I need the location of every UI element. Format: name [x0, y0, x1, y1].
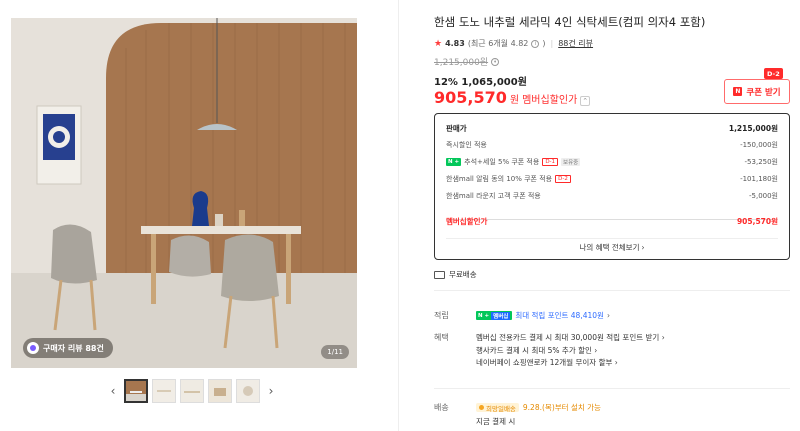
- thumbnail-5[interactable]: [236, 379, 260, 403]
- member-price-row[interactable]: 905,570 원 멤버십할인가 ⌃: [434, 88, 591, 107]
- main-product-photo[interactable]: 구매자 리뷰 88건 1/11: [11, 18, 357, 368]
- member-price: 905,570: [434, 88, 507, 107]
- breakdown-head: 판매가 1,215,000원: [446, 124, 778, 133]
- free-shipping: 무료배송: [434, 269, 477, 280]
- price-info-icon[interactable]: i: [491, 57, 500, 66]
- original-price: 1,215,000원 i: [434, 55, 500, 68]
- thumbnail-strip: ‹ ›: [106, 379, 278, 403]
- points-label: 적립: [434, 311, 449, 320]
- calendar-icon: [479, 405, 484, 410]
- coupon-button[interactable]: N 쿠폰 받기: [724, 79, 790, 104]
- product-title: 한샘 도노 내추럴 세라믹 4인 식탁세트(컴피 의자4 포함): [434, 15, 706, 29]
- section-divider: [434, 290, 790, 291]
- all-benefits-button[interactable]: 나의 혜택 전체보기 ›: [446, 238, 778, 256]
- dining-room-image: [11, 18, 357, 368]
- benefits-label: 혜택: [434, 333, 449, 342]
- pay-now-text: 지금 결제 시: [476, 417, 516, 426]
- chevron-right-icon[interactable]: ›: [264, 379, 278, 403]
- coupon-deadline-badge: D-2: [764, 68, 783, 79]
- delivery-row: 희망일배송 9.28.(목)부터 설치 가능: [476, 402, 601, 413]
- delivery-label: 배송: [434, 403, 449, 412]
- review-count-link[interactable]: 88건 리뷰: [558, 38, 593, 49]
- chevron-left-icon[interactable]: ‹: [106, 379, 120, 403]
- chevron-up-icon[interactable]: ⌃: [580, 96, 591, 106]
- benefit-item[interactable]: 행사카드 결제 시 최대 5% 추가 할인 ›: [476, 345, 665, 358]
- benefit-list: 멤버십 전용카드 결제 시 최대 30,000원 적립 포인트 받기 › 행사카…: [476, 332, 665, 370]
- breakdown-row: 한샘mall 라운지 고객 쿠폰 적용 -5,000원: [446, 192, 778, 200]
- rating-row: ★ 4.83 (최근 6개월 4.82 i) | 88건 리뷰: [434, 38, 594, 49]
- column-divider: [398, 0, 399, 431]
- truck-icon: [434, 270, 445, 279]
- delivery-tag: 희망일배송: [476, 403, 519, 413]
- sale-price: 12% 1,065,000원: [434, 77, 527, 88]
- rating-score: 4.83: [445, 39, 465, 48]
- benefit-item[interactable]: 멤버십 전용카드 결제 시 최대 30,000원 적립 포인트 받기 ›: [476, 332, 665, 345]
- delivery-date: 9.28.(목)부터 설치 가능: [522, 403, 601, 412]
- naver-plus-icon: N +: [446, 158, 462, 166]
- chevron-right-icon: ›: [641, 243, 645, 252]
- thumbnail-3[interactable]: [180, 379, 204, 403]
- thumbnail-4[interactable]: [208, 379, 232, 403]
- image-counter: 1/11: [321, 345, 349, 359]
- naver-plus-membership-icon: N + 멤버십: [476, 311, 513, 320]
- chevron-right-icon: ›: [606, 311, 610, 320]
- review-camera-icon: [27, 342, 39, 354]
- buyer-review-chip[interactable]: 구매자 리뷰 88건: [23, 338, 113, 358]
- naver-n-icon: N: [733, 87, 743, 96]
- section-divider: [434, 388, 790, 389]
- points-link[interactable]: N + 멤버십 최대 적립 포인트 48,410원 ›: [476, 310, 610, 321]
- recent-rating: (최근 6개월 4.82: [467, 39, 529, 48]
- breakdown-row: 즉시할인 적용 -150,000원: [446, 141, 778, 149]
- info-icon[interactable]: i: [531, 39, 540, 48]
- star-icon: ★: [434, 38, 443, 49]
- breakdown-row: 한샘mall 알림 동의 10% 쿠폰 적용 D-2 -101,180원: [446, 175, 778, 183]
- price-breakdown-box: 판매가 1,215,000원 즉시할인 적용 -150,000원 N + 추석+…: [434, 113, 790, 260]
- benefit-item[interactable]: 네이버페이 쇼핑앤로카 12개월 무이자 할부 ›: [476, 357, 665, 370]
- thumbnail-2[interactable]: [152, 379, 176, 403]
- review-chip-label: 구매자 리뷰 88건: [43, 343, 104, 353]
- breakdown-total: 멤버십할인가 905,570원: [446, 217, 778, 226]
- member-price-label: 멤버십할인가: [522, 95, 578, 106]
- thumbnail-1[interactable]: [124, 379, 148, 403]
- breakdown-row: N + 추석+세일 5% 쿠폰 적용 D-1 보유중 -53,250원: [446, 158, 778, 166]
